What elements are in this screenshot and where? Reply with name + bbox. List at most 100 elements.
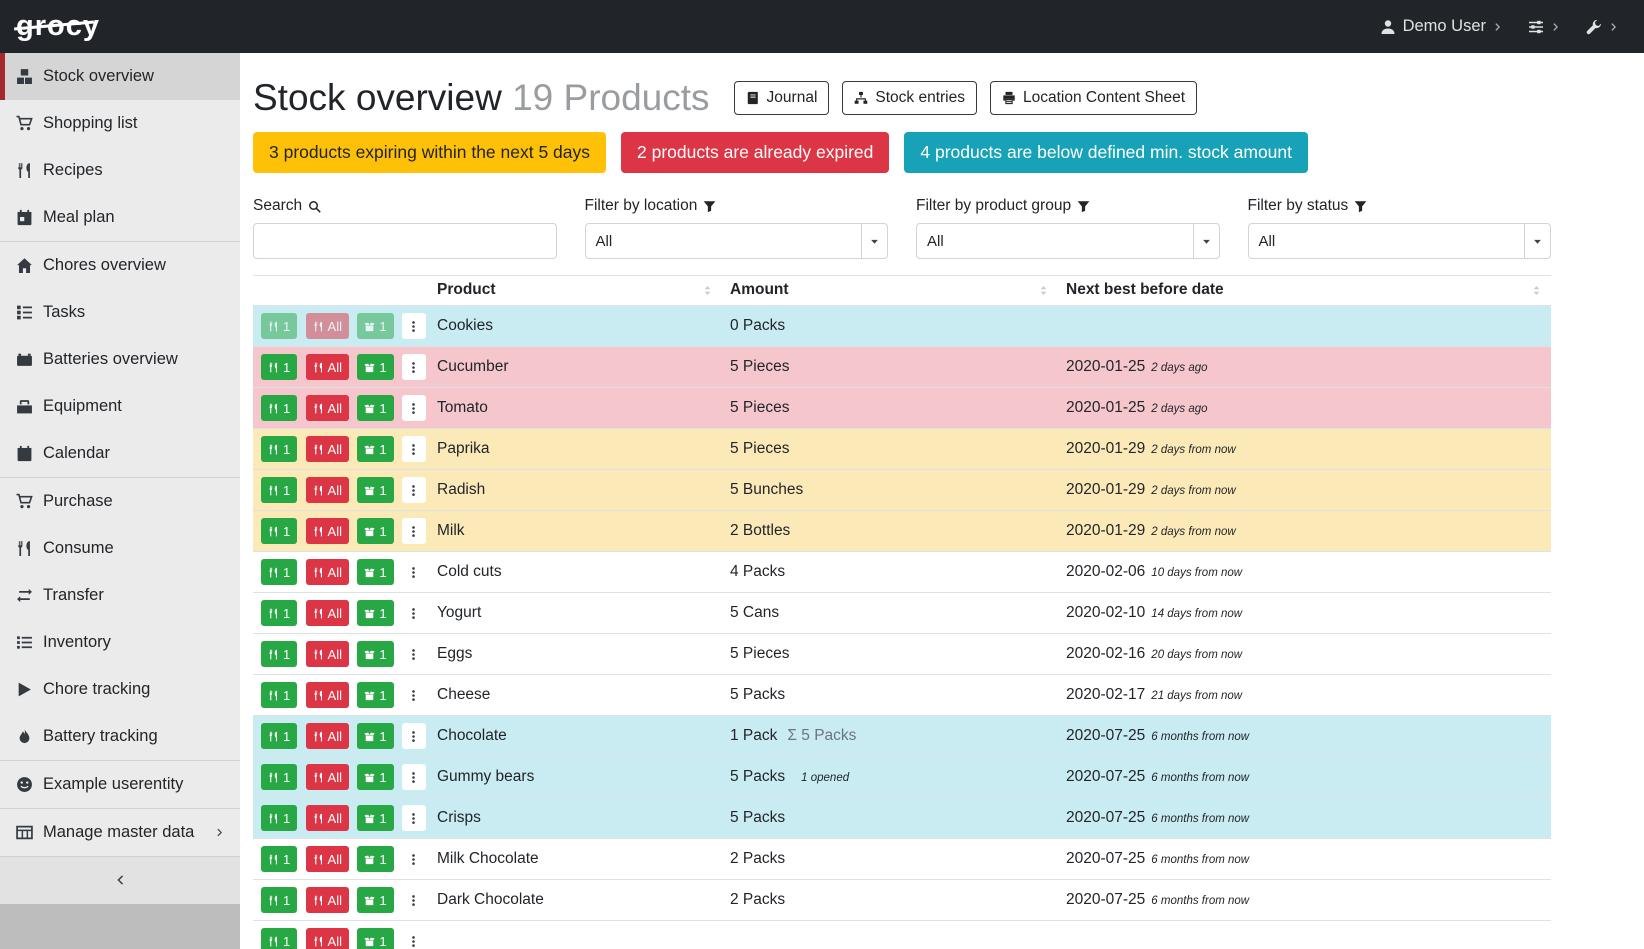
consume-all-button[interactable]: All — [306, 764, 349, 790]
open-one-button[interactable]: 1 — [357, 313, 393, 339]
row-menu-button[interactable] — [402, 682, 426, 708]
consume-one-button[interactable]: 1 — [261, 600, 297, 626]
open-one-button[interactable]: 1 — [357, 723, 393, 749]
consume-all-button[interactable]: All — [306, 682, 349, 708]
sidebar-item-tasks[interactable]: Tasks — [0, 289, 240, 336]
expired-banner[interactable]: 2 products are already expired — [621, 132, 889, 173]
sidebar-collapse-button[interactable] — [0, 856, 240, 904]
consume-one-button[interactable]: 1 — [261, 518, 297, 544]
consume-one-button[interactable]: 1 — [261, 559, 297, 585]
amount-column-header[interactable]: Amount — [722, 276, 1058, 306]
product-column-header[interactable]: Product — [429, 276, 722, 306]
search-input[interactable] — [253, 223, 557, 259]
consume-all-button[interactable]: All — [306, 887, 349, 913]
sidebar-item-purchase[interactable]: Purchase — [0, 478, 240, 525]
consume-one-button[interactable]: 1 — [261, 313, 297, 339]
consume-all-button[interactable]: All — [306, 477, 349, 503]
consume-one-button[interactable]: 1 — [261, 846, 297, 872]
open-one-button[interactable]: 1 — [357, 559, 393, 585]
sidebar-item-shopping-list[interactable]: Shopping list — [0, 100, 240, 147]
sidebar-item-manage-master-data[interactable]: Manage master data — [0, 809, 240, 856]
sidebar-item-calendar[interactable]: Calendar — [0, 430, 240, 477]
consume-one-button[interactable]: 1 — [261, 887, 297, 913]
row-menu-button[interactable] — [402, 764, 426, 790]
consume-all-button[interactable]: All — [306, 313, 349, 339]
date-column-header[interactable]: Next best before date — [1058, 276, 1551, 306]
sidebar-item-battery-tracking[interactable]: Battery tracking — [0, 713, 240, 760]
consume-one-button[interactable]: 1 — [261, 395, 297, 421]
row-menu-button[interactable] — [402, 805, 426, 831]
sidebar-item-recipes[interactable]: Recipes — [0, 147, 240, 194]
open-one-button[interactable]: 1 — [357, 887, 393, 913]
consume-one-button[interactable]: 1 — [261, 723, 297, 749]
below-min-stock-banner[interactable]: 4 products are below defined min. stock … — [904, 132, 1308, 173]
location-content-sheet-button[interactable]: Location Content Sheet — [990, 81, 1197, 115]
sidebar-item-equipment[interactable]: Equipment — [0, 383, 240, 430]
open-one-button[interactable]: 1 — [357, 764, 393, 790]
row-menu-button[interactable] — [402, 887, 426, 913]
consume-all-button[interactable]: All — [306, 600, 349, 626]
row-menu-button[interactable] — [402, 313, 426, 339]
row-menu-button[interactable] — [402, 354, 426, 380]
consume-one-button[interactable]: 1 — [261, 805, 297, 831]
expiring-banner[interactable]: 3 products expiring within the next 5 da… — [253, 132, 606, 173]
open-one-button[interactable]: 1 — [357, 477, 393, 503]
open-one-button[interactable]: 1 — [357, 928, 393, 949]
sidebar-item-chores-overview[interactable]: Chores overview — [0, 242, 240, 289]
row-menu-button[interactable] — [402, 928, 426, 949]
consume-one-button[interactable]: 1 — [261, 641, 297, 667]
settings-menu[interactable] — [1528, 19, 1560, 35]
consume-one-button[interactable]: 1 — [261, 354, 297, 380]
row-menu-button[interactable] — [402, 559, 426, 585]
sidebar-item-chore-tracking[interactable]: Chore tracking — [0, 666, 240, 713]
user-menu[interactable]: Demo User — [1380, 17, 1502, 36]
row-menu-button[interactable] — [402, 723, 426, 749]
location-filter-select[interactable]: All — [585, 223, 889, 259]
open-one-button[interactable]: 1 — [357, 395, 393, 421]
open-one-button[interactable]: 1 — [357, 354, 393, 380]
sidebar-item-example-userentity[interactable]: Example userentity — [0, 761, 240, 808]
consume-all-button[interactable]: All — [306, 641, 349, 667]
status-filter-select[interactable]: All — [1248, 223, 1552, 259]
sidebar-item-consume[interactable]: Consume — [0, 525, 240, 572]
sidebar-item-stock-overview[interactable]: Stock overview — [0, 53, 240, 100]
consume-all-button[interactable]: All — [306, 928, 349, 949]
consume-all-button[interactable]: All — [306, 805, 349, 831]
consume-one-button[interactable]: 1 — [261, 436, 297, 462]
row-menu-button[interactable] — [402, 600, 426, 626]
consume-all-button[interactable]: All — [306, 559, 349, 585]
open-one-button[interactable]: 1 — [357, 846, 393, 872]
open-one-button[interactable]: 1 — [357, 641, 393, 667]
consume-all-button[interactable]: All — [306, 846, 349, 872]
consume-all-button[interactable]: All — [306, 723, 349, 749]
open-one-button[interactable]: 1 — [357, 600, 393, 626]
row-menu-button[interactable] — [402, 477, 426, 503]
row-menu-button[interactable] — [402, 395, 426, 421]
sidebar-item-transfer[interactable]: Transfer — [0, 572, 240, 619]
stock-entries-button[interactable]: Stock entries — [842, 81, 977, 115]
open-one-button[interactable]: 1 — [357, 682, 393, 708]
open-one-button[interactable]: 1 — [357, 436, 393, 462]
sidebar-item-meal-plan[interactable]: Meal plan — [0, 194, 240, 241]
sidebar-item-batteries-overview[interactable]: Batteries overview — [0, 336, 240, 383]
row-menu-button[interactable] — [402, 518, 426, 544]
row-menu-button[interactable] — [402, 641, 426, 667]
open-one-button[interactable]: 1 — [357, 805, 393, 831]
open-one-button[interactable]: 1 — [357, 518, 393, 544]
consume-one-button[interactable]: 1 — [261, 477, 297, 503]
product-group-filter-select[interactable]: All — [916, 223, 1220, 259]
journal-button[interactable]: Journal — [734, 81, 830, 115]
admin-menu[interactable] — [1586, 19, 1618, 35]
consume-one-button[interactable]: 1 — [261, 764, 297, 790]
best-before-date: 2020-07-25 — [1066, 727, 1145, 744]
consume-all-button[interactable]: All — [306, 354, 349, 380]
consume-all-button[interactable]: All — [306, 518, 349, 544]
app-logo[interactable]: grocy — [16, 10, 100, 43]
consume-all-button[interactable]: All — [306, 436, 349, 462]
sidebar-item-inventory[interactable]: Inventory — [0, 619, 240, 666]
row-menu-button[interactable] — [402, 436, 426, 462]
consume-all-button[interactable]: All — [306, 395, 349, 421]
consume-one-button[interactable]: 1 — [261, 682, 297, 708]
consume-one-button[interactable]: 1 — [261, 928, 297, 949]
row-menu-button[interactable] — [402, 846, 426, 872]
